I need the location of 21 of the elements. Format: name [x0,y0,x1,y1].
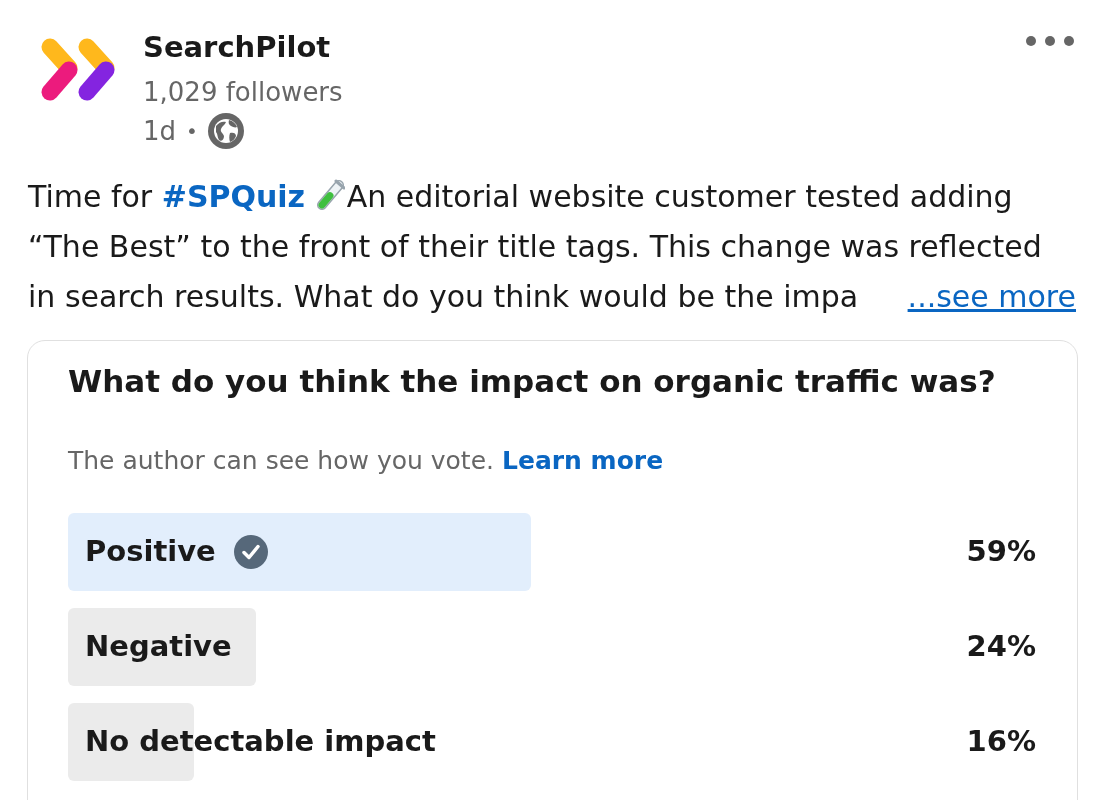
ellipsis-icon [1026,36,1074,46]
post-age: 1d [143,115,177,148]
post-text: Time for #SPQuiz An editorial website customer tested adding “The Best” to the front of their title tags. This change was reflected in search results. What do you think would be the impa ...see more [28,172,1076,322]
vote-percentage: 16% [965,723,1036,761]
poll-option[interactable]: No detectable impact [68,703,853,781]
vote-percentage: 59% [965,533,1036,571]
poll-question: What do you think the impact on organic traffic was? [68,362,997,401]
learn-more-link[interactable]: Learn more [502,443,664,479]
poll-notice: The author can see how you vote. [68,445,494,477]
test-tube-icon [314,179,345,211]
poll-option[interactable]: Positive [68,513,853,591]
poll-option[interactable]: Negative [68,608,853,686]
check-circle-icon [233,535,268,569]
more-button[interactable] [1026,36,1074,46]
company-name[interactable]: SearchPilot [143,27,343,67]
follower-count: 1,029 followers [143,76,343,109]
separator-dot: • [186,118,198,145]
hashtag-link[interactable]: #SPQuiz [161,179,306,214]
globe-icon [207,113,244,149]
see-more-link[interactable]: ...see more [907,272,1076,322]
vote-percentage: 24% [965,628,1036,666]
